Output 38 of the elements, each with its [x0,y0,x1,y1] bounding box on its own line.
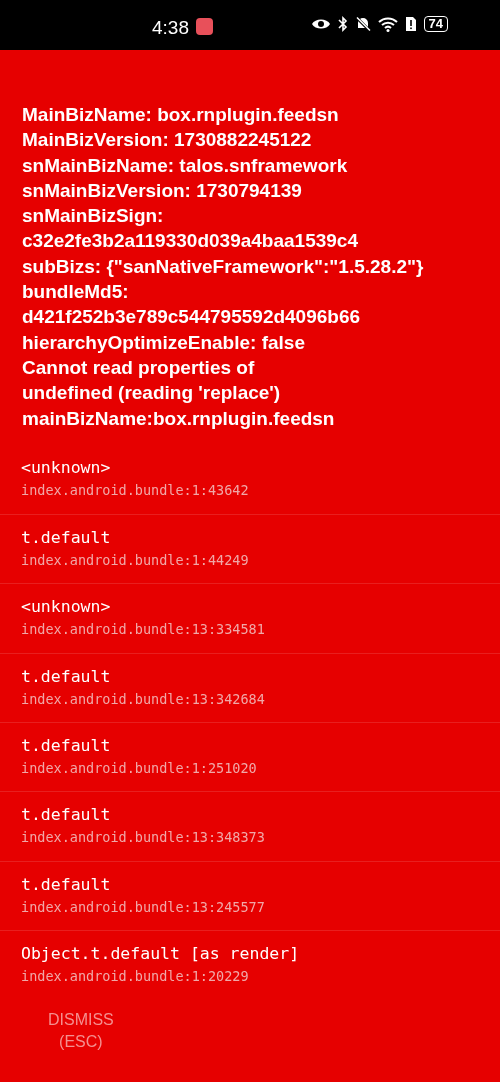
stack-frame-method: Object.t.default [as render] [21,942,301,965]
error-message-line: Cannot read properties of [22,355,256,380]
stack-frame-location: index.android.bundle:1:251020 [21,759,258,779]
error-message-line: subBizs: {"sanNativeFramework":"1.5.28.2"} [22,254,425,279]
error-message-line: hierarchyOptimizeEnable: false [22,330,306,355]
error-message-line: c32e2fe3b2a119330d039a4baa1539c4 [22,229,359,254]
stack-frame-location: index.android.bundle:1:44249 [21,551,250,571]
bluetooth-icon [337,16,348,32]
error-message-line: snMainBizVersion: 1730794139 [22,178,303,203]
stack-frame-location: index.android.bundle:13:334581 [21,620,266,640]
stack-frame-location: index.android.bundle:13:342684 [21,689,266,709]
stack-frame-method: t.default [21,527,112,550]
stack-frame-location: index.android.bundle:1:43642 [21,480,250,500]
clock-time: 4:38 [152,16,189,40]
error-message-line: d421f252b3e789c544795592d4096b66 [22,305,362,330]
stack-frame-method: t.default [21,735,112,758]
wifi-icon [377,16,398,32]
stack-frame-location: index.android.bundle:1:20229 [21,966,250,986]
error-message-line: MainBizName: box.rnplugin.feedsn [22,103,340,127]
stack-frame-method: <unknown> [21,456,112,479]
battery-level: 74 [423,16,448,32]
error-message-line: bundleMd5: [22,280,130,305]
stack-frame-method: t.default [21,665,112,688]
stack-frame-location: index.android.bundle:13:245577 [21,897,266,917]
stack-frame-method: t.default [21,804,112,827]
app-notification-icon [196,18,213,35]
stack-frame-location: index.android.bundle:13:348373 [21,828,266,848]
muted-bell-icon [354,16,371,32]
stack-frame-method: <unknown> [21,596,112,619]
sim-alert-icon [404,16,417,32]
error-message-line: undefined (reading 'replace') [22,381,282,406]
error-message-line: MainBizVersion: 1730882245122 [22,128,313,153]
eye-icon [310,17,331,31]
error-message-line: snMainBizSign: [22,204,165,229]
error-message-line: mainBizName:box.rnplugin.feedsn [22,406,336,431]
error-message-line: snMainBizName: talos.snframework [22,153,349,178]
stack-frame-method: t.default [21,873,112,896]
dismiss-button[interactable]: DISMISS (ESC) [44,1005,118,1058]
